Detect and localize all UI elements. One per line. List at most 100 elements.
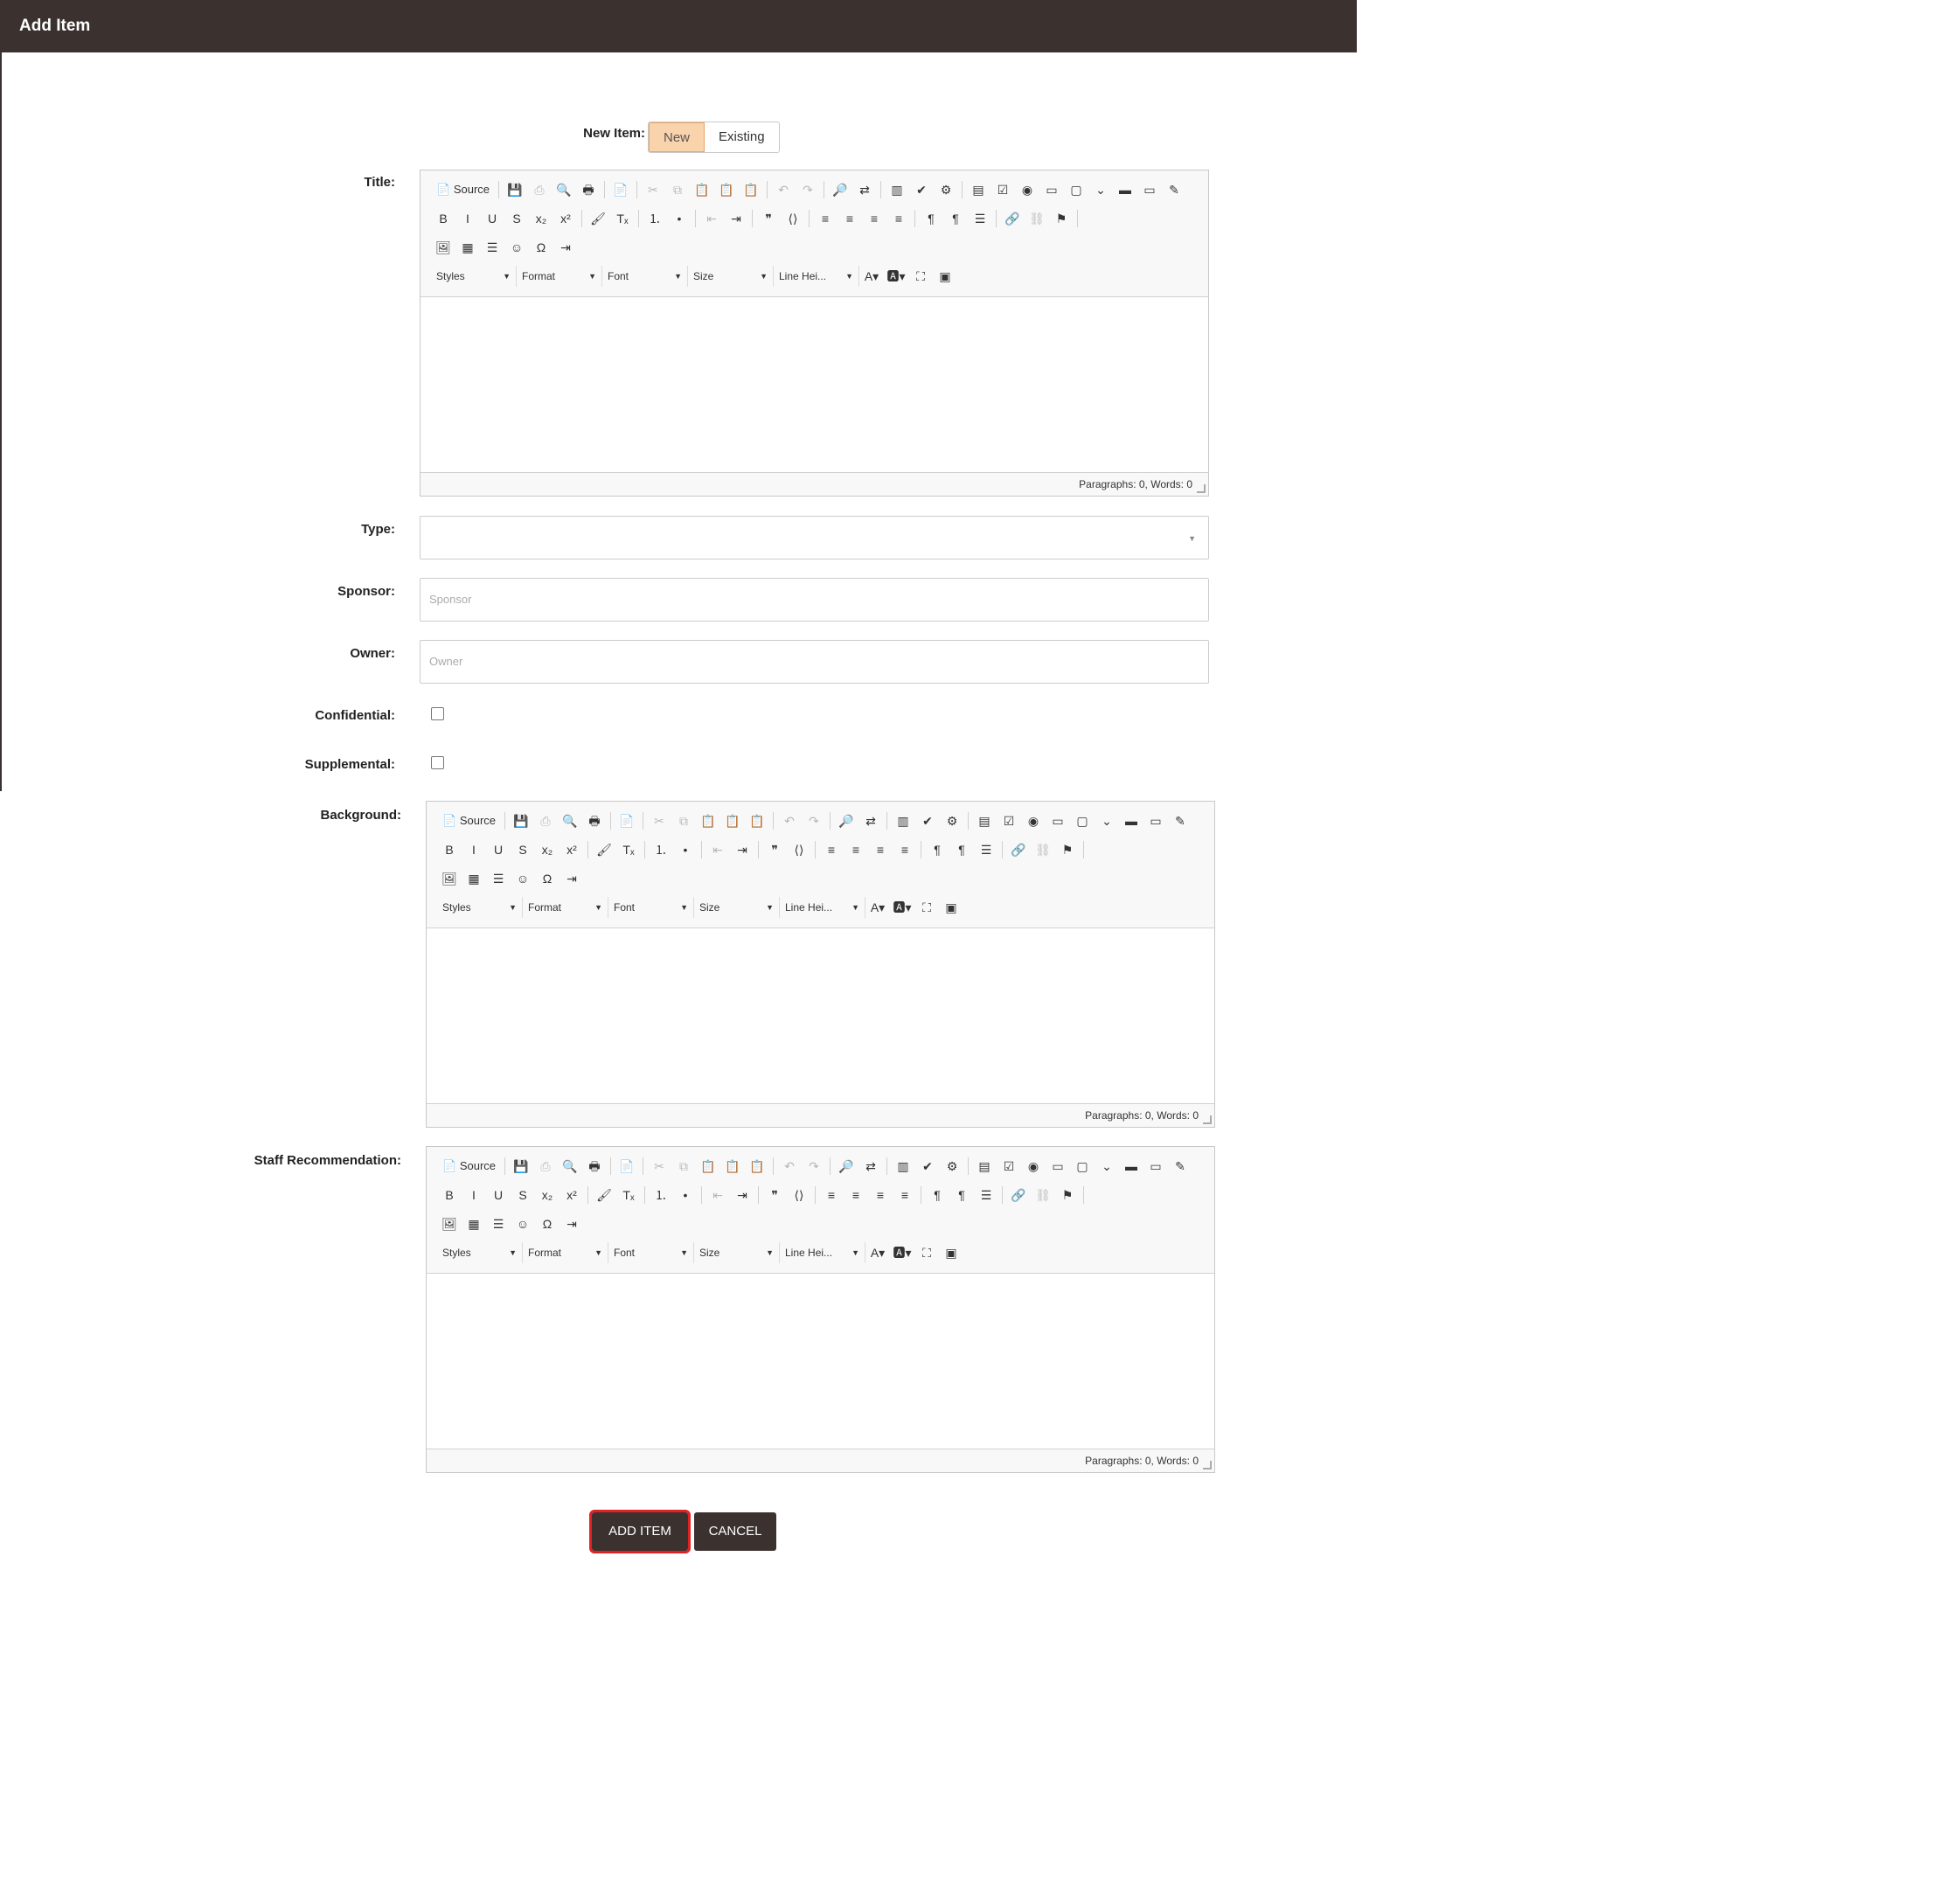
language-icon[interactable]: ☰ (974, 839, 998, 860)
show-blocks-icon[interactable]: ▣ (933, 266, 957, 287)
maximize-icon[interactable]: ⛶ (908, 266, 933, 287)
size-dropdown[interactable]: Size ▼ (694, 897, 780, 918)
replace-icon[interactable]: ⇄ (858, 810, 883, 831)
add-item-button[interactable]: ADD ITEM (589, 1510, 691, 1553)
blockquote-icon[interactable]: ❞ (756, 208, 781, 229)
paste-text-icon[interactable]: 📋 (720, 1156, 745, 1177)
ltr-icon[interactable]: ¶ (919, 208, 943, 229)
copy-format-icon[interactable]: 🖌 (586, 208, 610, 229)
div-icon[interactable]: ⟨⟩ (787, 839, 811, 860)
italic-icon[interactable]: I (462, 839, 486, 860)
save-icon[interactable]: 💾 (503, 179, 527, 200)
hidden-field-icon[interactable]: ✎ (1168, 1156, 1192, 1177)
undo-icon[interactable]: ↶ (777, 1156, 802, 1177)
font-dropdown[interactable]: Font ▼ (608, 897, 694, 918)
justify-icon[interactable]: ≡ (886, 208, 911, 229)
remove-format-icon[interactable]: Tₓ (616, 1185, 641, 1206)
checkbox-icon[interactable]: ☑ (997, 1156, 1021, 1177)
smiley-icon[interactable]: ☺ (504, 237, 529, 258)
line-height-dropdown[interactable]: Line Hei... ▼ (780, 897, 865, 918)
editor-content-area[interactable] (427, 1274, 1214, 1449)
unlink-icon[interactable]: ⛓ (1031, 1185, 1055, 1206)
type-select[interactable]: ▼ (420, 516, 1209, 559)
superscript-icon[interactable]: x² (553, 208, 578, 229)
redo-icon[interactable]: ↷ (796, 179, 820, 200)
select-icon[interactable]: ⌄ (1095, 1156, 1119, 1177)
paste-icon[interactable]: 📋 (696, 810, 720, 831)
underline-icon[interactable]: U (486, 839, 511, 860)
paste-word-icon[interactable]: 📋 (745, 1156, 769, 1177)
copy-format-icon[interactable]: 🖌 (592, 839, 616, 860)
link-icon[interactable]: 🔗 (1006, 839, 1031, 860)
sponsor-input[interactable]: Sponsor (420, 578, 1209, 622)
bold-icon[interactable]: B (437, 839, 462, 860)
select-all-icon[interactable]: ▥ (891, 1156, 915, 1177)
new-page-icon[interactable]: 📄 (608, 179, 633, 200)
indent-icon[interactable]: ⇥ (730, 1185, 754, 1206)
form-icon[interactable]: ▤ (972, 1156, 997, 1177)
source-button[interactable]: 📄 Source (431, 179, 495, 200)
spellcheck-icon[interactable]: ✔ (915, 810, 940, 831)
underline-icon[interactable]: U (480, 208, 504, 229)
bulleted-list-icon[interactable]: • (673, 839, 698, 860)
templates-icon[interactable]: ⎙ (533, 1156, 558, 1177)
rtl-icon[interactable]: ¶ (949, 839, 974, 860)
owner-input[interactable]: Owner (420, 640, 1209, 684)
maximize-icon[interactable]: ⛶ (914, 897, 939, 918)
link-icon[interactable]: 🔗 (1006, 1185, 1031, 1206)
undo-icon[interactable]: ↶ (777, 810, 802, 831)
ltr-icon[interactable]: ¶ (925, 1185, 949, 1206)
subscript-icon[interactable]: x₂ (529, 208, 553, 229)
special-char-icon[interactable]: Ω (535, 1213, 560, 1234)
confidential-checkbox[interactable] (431, 707, 444, 720)
outdent-icon[interactable]: ⇤ (699, 208, 724, 229)
paste-word-icon[interactable]: 📋 (739, 179, 763, 200)
align-right-icon[interactable]: ≡ (862, 208, 886, 229)
new-page-icon[interactable]: 📄 (615, 810, 639, 831)
select-icon[interactable]: ⌄ (1088, 179, 1113, 200)
spellcheck-icon[interactable]: ✔ (915, 1156, 940, 1177)
image-icon[interactable]: 🖼 (431, 237, 455, 258)
resize-handle-icon[interactable] (1203, 1115, 1212, 1124)
numbered-list-icon[interactable]: ⒈ (649, 839, 673, 860)
preview-icon[interactable]: 🔍 (558, 1156, 582, 1177)
anchor-icon[interactable]: ⚑ (1049, 208, 1074, 229)
find-icon[interactable]: 🔎 (834, 810, 858, 831)
table-icon[interactable]: ▦ (455, 237, 480, 258)
horizontal-line-icon[interactable]: ☰ (480, 237, 504, 258)
align-right-icon[interactable]: ≡ (868, 1185, 893, 1206)
italic-icon[interactable]: I (455, 208, 480, 229)
background-color-icon[interactable]: 🅰▾ (890, 1242, 914, 1263)
preview-icon[interactable]: 🔍 (558, 810, 582, 831)
save-icon[interactable]: 💾 (509, 1156, 533, 1177)
scayt-icon[interactable]: ⚙ (940, 1156, 964, 1177)
italic-icon[interactable]: I (462, 1185, 486, 1206)
source-button[interactable]: 📄 Source (437, 1156, 501, 1177)
remove-format-icon[interactable]: Tₓ (610, 208, 635, 229)
link-icon[interactable]: 🔗 (1000, 208, 1025, 229)
smiley-icon[interactable]: ☺ (511, 1213, 535, 1234)
new-page-icon[interactable]: 📄 (615, 1156, 639, 1177)
print-icon[interactable]: 🖶 (582, 810, 607, 831)
preview-icon[interactable]: 🔍 (552, 179, 576, 200)
maximize-icon[interactable]: ⛶ (914, 1242, 939, 1263)
source-button[interactable]: 📄 Source (437, 810, 501, 831)
special-char-icon[interactable]: Ω (529, 237, 553, 258)
indent-icon[interactable]: ⇥ (724, 208, 748, 229)
button-icon[interactable]: ▬ (1113, 179, 1137, 200)
rtl-icon[interactable]: ¶ (943, 208, 968, 229)
background-color-icon[interactable]: 🅰▾ (890, 897, 914, 918)
paste-icon[interactable]: 📋 (690, 179, 714, 200)
templates-icon[interactable]: ⎙ (533, 810, 558, 831)
strike-icon[interactable]: S (511, 839, 535, 860)
align-left-icon[interactable]: ≡ (813, 208, 838, 229)
image-icon[interactable]: 🖼 (437, 868, 462, 889)
table-icon[interactable]: ▦ (462, 1213, 486, 1234)
scayt-icon[interactable]: ⚙ (934, 179, 958, 200)
outdent-icon[interactable]: ⇤ (705, 1185, 730, 1206)
superscript-icon[interactable]: x² (560, 839, 584, 860)
textarea-icon[interactable]: ▢ (1070, 1156, 1095, 1177)
select-all-icon[interactable]: ▥ (891, 810, 915, 831)
numbered-list-icon[interactable]: ⒈ (649, 1185, 673, 1206)
hidden-field-icon[interactable]: ✎ (1168, 810, 1192, 831)
